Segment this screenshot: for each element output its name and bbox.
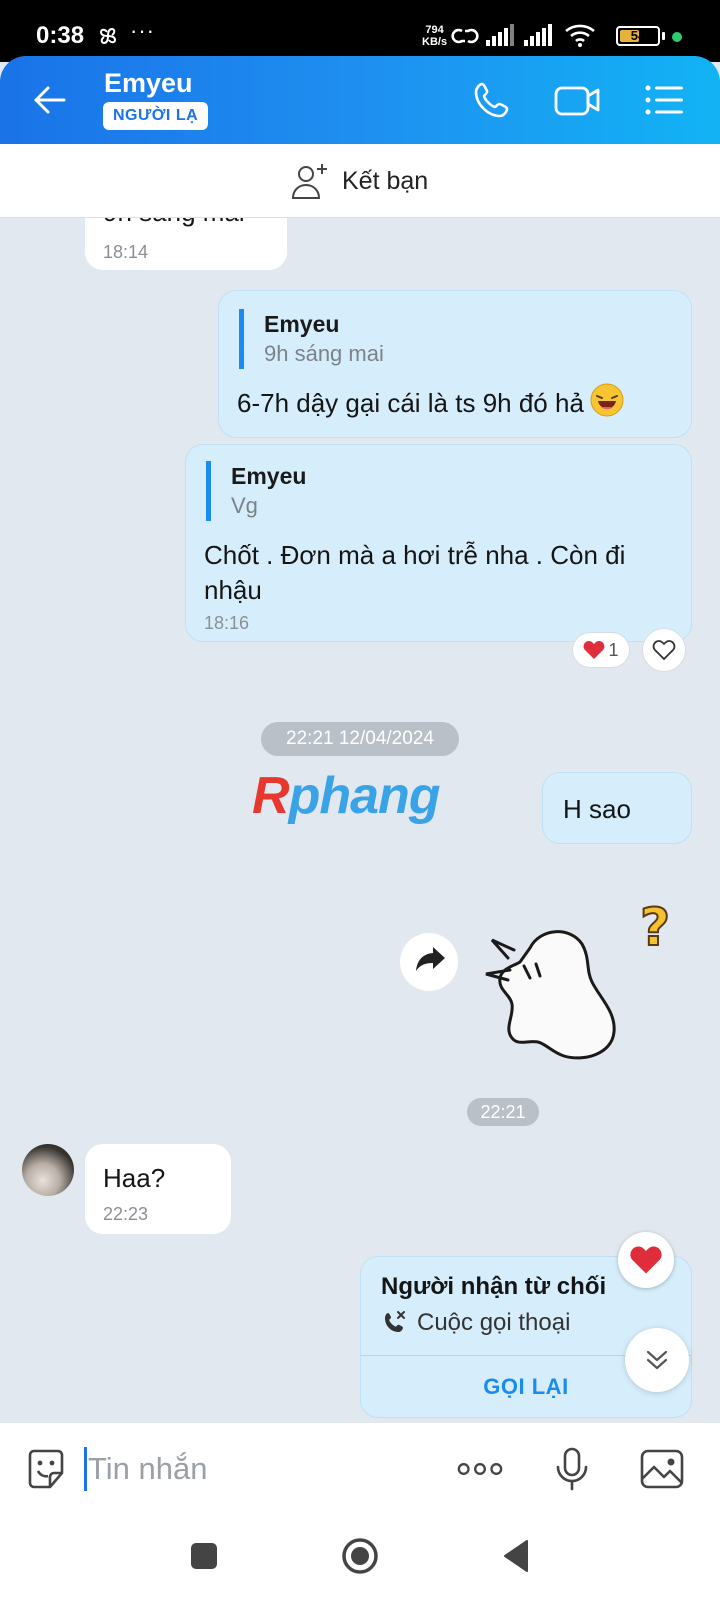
signal-icon-1: [486, 22, 520, 53]
laughing-emoji-icon: [590, 383, 624, 422]
system-navigation-bar: [0, 1514, 720, 1600]
link-icon: [450, 22, 480, 55]
message-bubble-incoming[interactable]: Haa? 22:23: [85, 1144, 231, 1234]
contact-name[interactable]: Emyeu: [104, 68, 193, 99]
home-button[interactable]: [338, 1534, 382, 1578]
image-picker-button[interactable]: [638, 1445, 686, 1493]
message-time: 18:14: [103, 242, 149, 262]
microphone-icon: [556, 1447, 588, 1491]
react-button[interactable]: [642, 628, 686, 672]
message-bubble-outgoing[interactable]: Emyeu 9h sáng mai 6-7h dậy gại cái là ts…: [218, 290, 692, 438]
battery-icon: 54: [616, 26, 660, 46]
recent-apps-button[interactable]: [182, 1534, 226, 1578]
heart-icon: [584, 641, 605, 659]
voice-message-button[interactable]: [548, 1445, 596, 1493]
call-status-title: Người nhận từ chối: [381, 1273, 607, 1300]
text-caret: [84, 1447, 87, 1491]
circle-home-icon: [342, 1538, 378, 1574]
message-text: Haa?: [103, 1163, 166, 1193]
message-text: H sao: [563, 794, 631, 824]
add-user-icon: [291, 164, 327, 199]
more-notifications-icon: ···: [130, 18, 155, 43]
add-friend-bar: Kết bạn: [0, 144, 720, 218]
call-type-label: Cuộc gọi thoại: [417, 1309, 571, 1336]
chat-options-button[interactable]: [640, 76, 688, 124]
sticker-image[interactable]: [470, 908, 620, 1088]
list-menu-icon: [645, 85, 683, 115]
stranger-badge: NGƯỜI LẠ: [103, 102, 209, 130]
scroll-to-bottom-button[interactable]: [625, 1328, 689, 1392]
contact-avatar[interactable]: [22, 1144, 74, 1196]
message-text: 6-7h dậy gại cái là ts 9h đó hả: [237, 387, 584, 418]
double-chevron-down-icon: [646, 1350, 668, 1370]
message-time: 18:16: [204, 613, 250, 633]
quote-author: Emyeu: [264, 311, 340, 337]
add-friend-button[interactable]: Kết bạn: [290, 158, 428, 204]
quote-text: Vg: [231, 493, 258, 518]
sticker-smile-icon: [28, 1449, 64, 1489]
watermark-text: phang: [288, 767, 441, 825]
message-composer: [0, 1422, 720, 1514]
triangle-back-icon: [504, 1540, 528, 1572]
image-gallery-icon: [640, 1449, 684, 1489]
back-button[interactable]: [28, 78, 72, 122]
status-time: 0:38: [36, 22, 85, 49]
call-type: Cuộc gọi thoại: [381, 1309, 570, 1337]
share-arrow-icon: [416, 947, 445, 971]
message-list[interactable]: 9h sáng mai 18:14 Emyeu 9h sáng mai 6-7h…: [0, 218, 720, 1422]
message-text-line-1: Chốt . Đơn mà a hơi trễ nha . Còn đi: [204, 540, 626, 570]
status-bar: 0:38 ··· 794 KB/s 54: [0, 0, 720, 62]
date-separator: 22:21 12/04/2024: [261, 722, 459, 756]
quote-author: Emyeu: [231, 463, 307, 489]
add-friend-label: Kết bạn: [342, 166, 429, 195]
quick-react-heart-button[interactable]: [618, 1232, 674, 1288]
quoted-message[interactable]: Emyeu Vg: [206, 461, 306, 521]
arrow-left-icon: [34, 86, 66, 114]
message-bubble-incoming[interactable]: 9h sáng mai 18:14: [85, 218, 287, 270]
watermark-letter: R: [252, 767, 290, 825]
watermark-logo: Rphang: [252, 766, 441, 826]
chat-header: Emyeu NGƯỜI LẠ: [0, 56, 720, 144]
square-icon: [191, 1543, 217, 1569]
quoted-message[interactable]: Emyeu 9h sáng mai: [239, 309, 384, 369]
back-nav-button[interactable]: [494, 1534, 538, 1578]
forward-button[interactable]: [400, 933, 458, 991]
message-time: 22:23: [103, 1204, 149, 1224]
network-speed: 794 KB/s: [422, 24, 447, 48]
network-speed-value: 794: [425, 24, 444, 36]
more-dots-icon: [457, 1463, 503, 1475]
quote-text: 9h sáng mai: [264, 341, 384, 366]
emoji-sticker-button[interactable]: [22, 1445, 70, 1493]
heart-outline-icon: [652, 640, 676, 661]
heart-icon: [630, 1246, 662, 1274]
reaction-count: 1: [608, 639, 619, 660]
message-text: 9h sáng mai: [103, 218, 245, 230]
sticker-time: 22:21: [467, 1098, 539, 1126]
voice-call-button[interactable]: [468, 76, 516, 124]
network-speed-unit: KB/s: [422, 36, 448, 48]
video-call-button[interactable]: [552, 76, 600, 124]
fan-icon: [96, 24, 120, 53]
missed-call-icon: [385, 1311, 405, 1332]
video-camera-icon: [554, 86, 600, 116]
battery-cap: [662, 32, 665, 40]
message-bubble-outgoing[interactable]: H sao: [542, 772, 692, 844]
message-bubble-outgoing[interactable]: Emyeu Vg Chốt . Đơn mà a hơi trễ nha . C…: [185, 444, 692, 642]
message-text-line-2: nhậu: [204, 575, 262, 605]
reaction-summary[interactable]: 1: [572, 632, 630, 668]
battery-level-text: 54: [630, 28, 646, 43]
wifi-icon: [564, 22, 598, 53]
message-input[interactable]: [88, 1443, 448, 1495]
more-options-button[interactable]: [456, 1445, 504, 1493]
signal-icon-2: [524, 22, 558, 53]
phone-icon: [474, 82, 509, 118]
privacy-indicator-dot: [672, 32, 682, 42]
question-mark-icon: ?: [639, 897, 671, 959]
